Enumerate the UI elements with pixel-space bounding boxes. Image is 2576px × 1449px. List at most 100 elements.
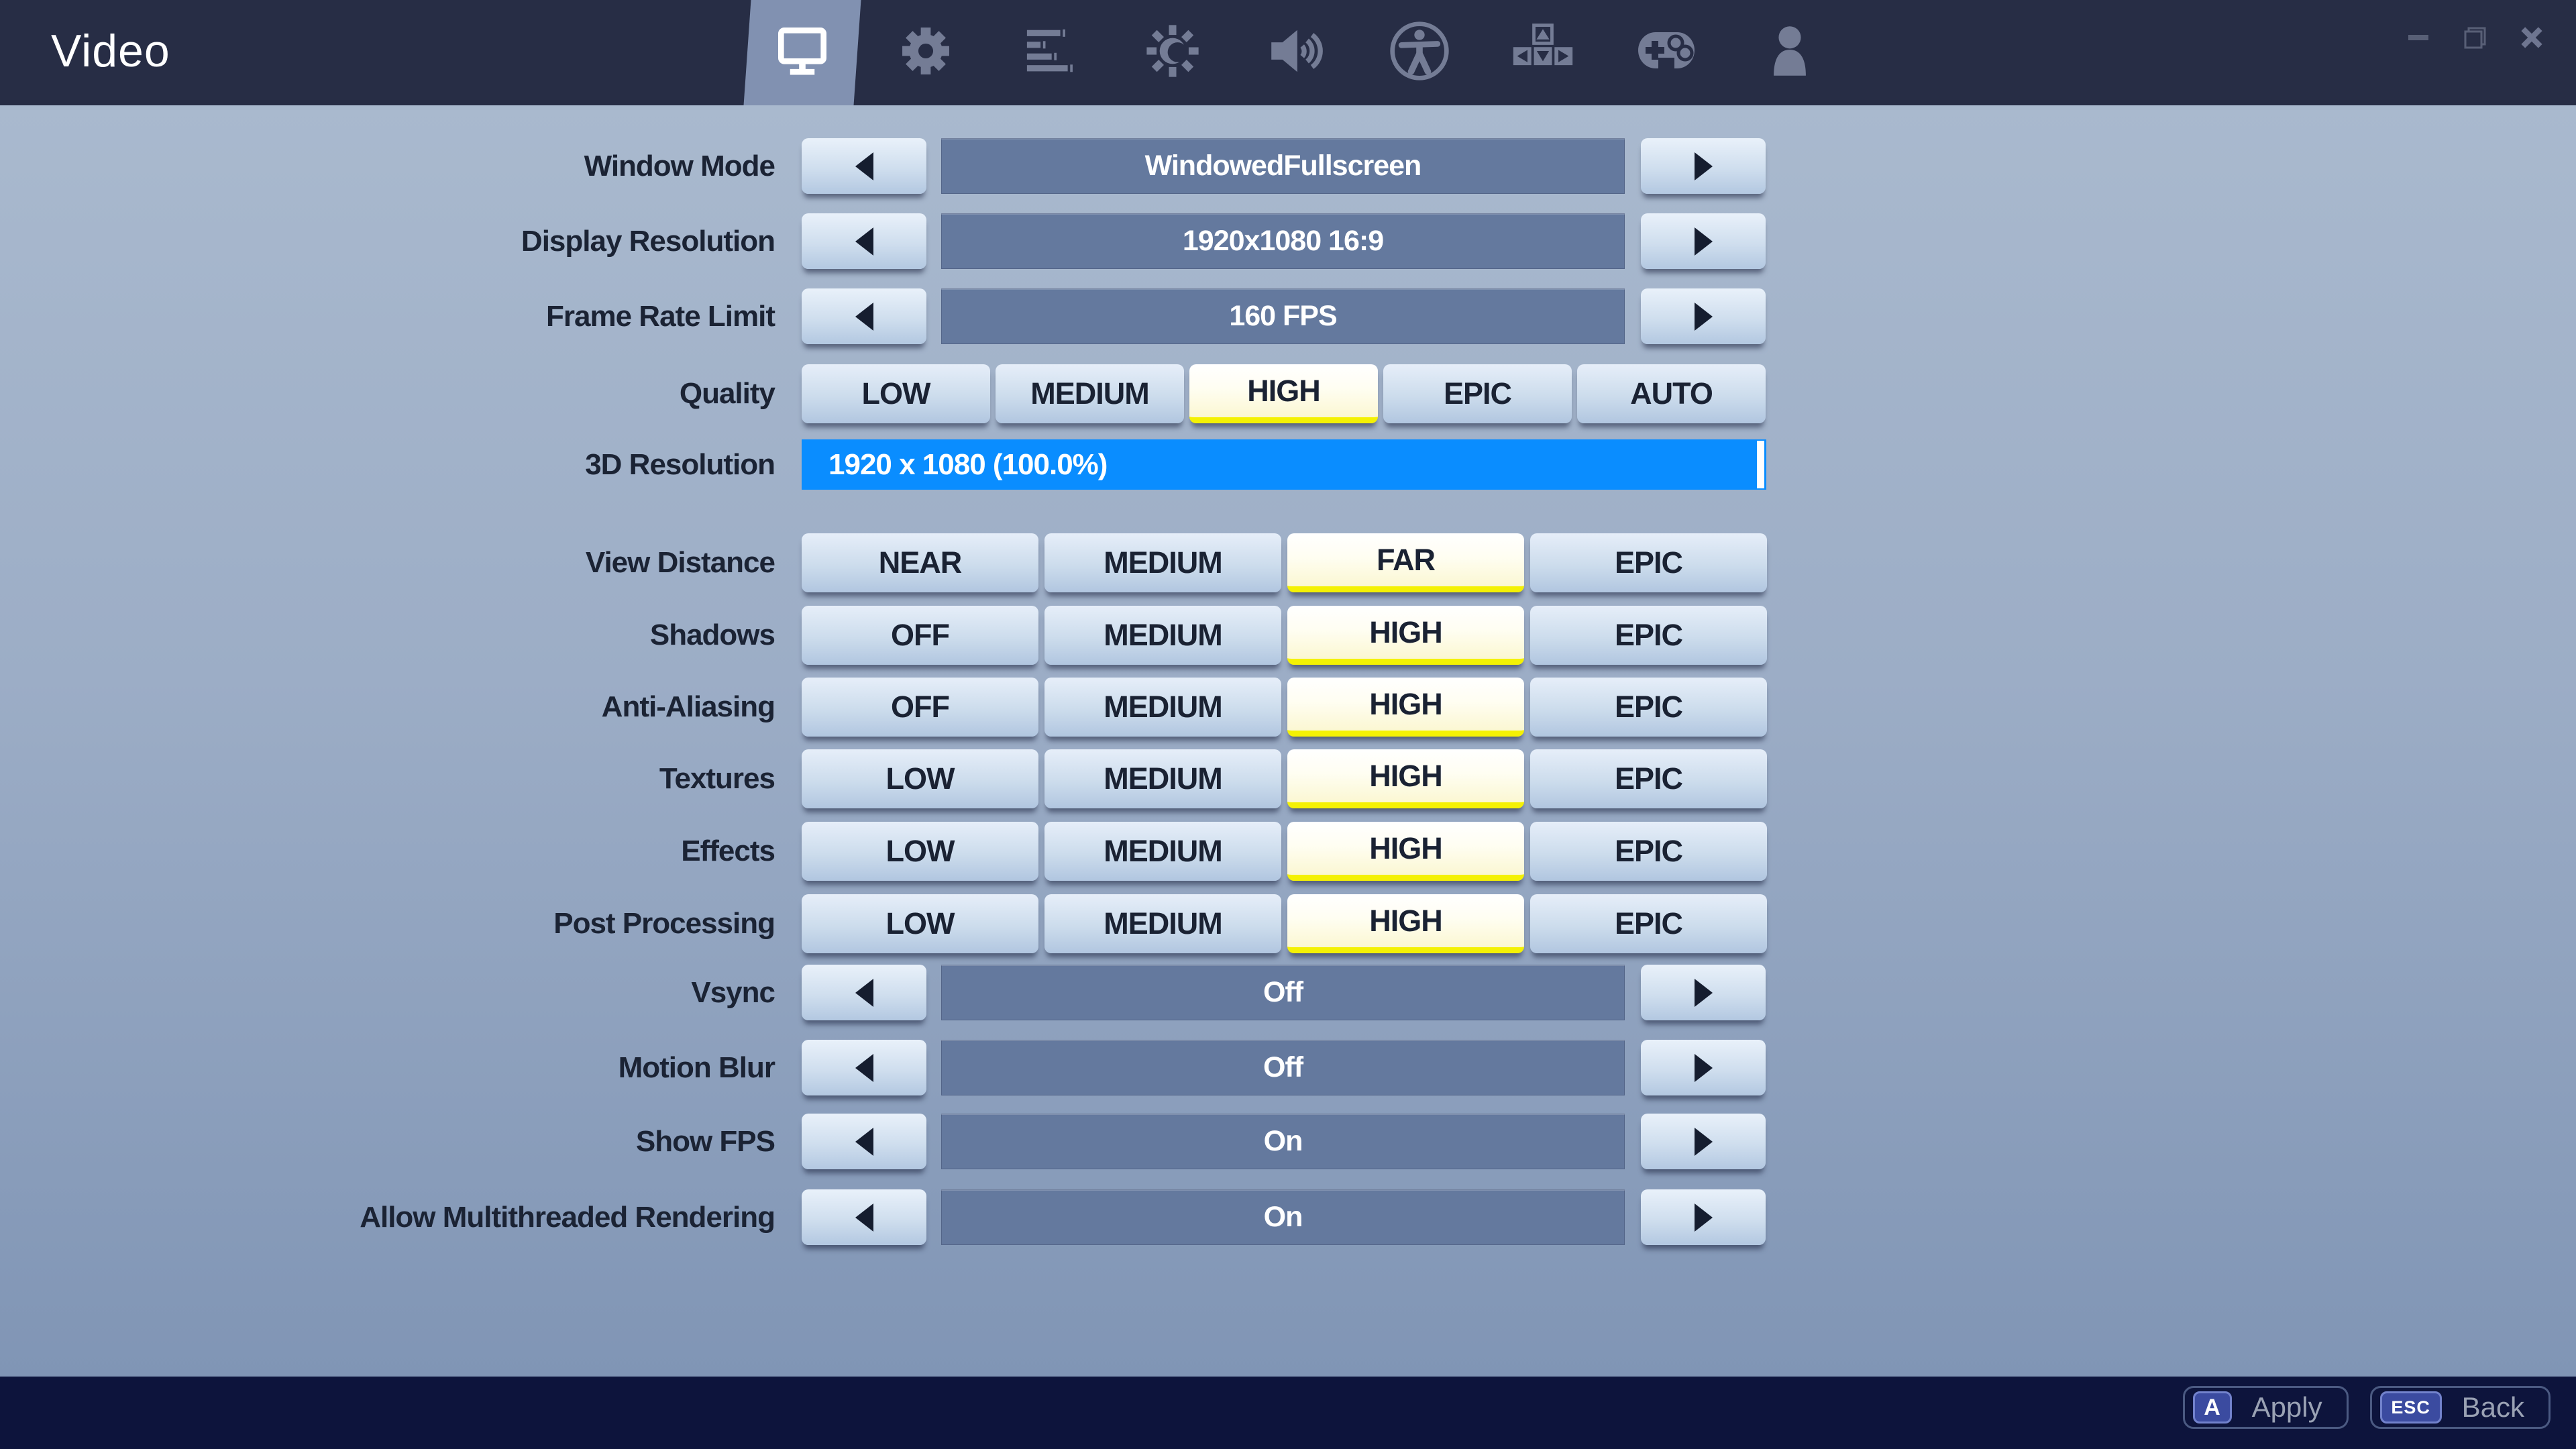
close-button[interactable] (2518, 24, 2545, 51)
textures-option-epic[interactable]: EPIC (1530, 749, 1767, 808)
quality-option-medium[interactable]: MEDIUM (996, 364, 1184, 423)
post-processing-option-epic[interactable]: EPIC (1530, 894, 1767, 953)
setting-row-allow-multithreaded-rendering: Allow Multithreaded Rendering On (0, 1189, 2576, 1245)
apply-button-label: Apply (2252, 1391, 2322, 1424)
tab-account[interactable] (1728, 0, 1851, 105)
setting-row-frame-rate-limit: Frame Rate Limit 160 FPS (0, 288, 2576, 344)
window-mode-next-button[interactable] (1641, 138, 1766, 194)
show-fps-value: On (941, 1114, 1625, 1169)
shadows-option-medium[interactable]: MEDIUM (1044, 606, 1281, 665)
vsync-value: Off (941, 965, 1625, 1020)
setting-label: Shadows (0, 619, 802, 652)
back-button[interactable]: ESC Back (2370, 1386, 2551, 1429)
brightness-icon (1142, 20, 1203, 85)
window-mode-prev-button[interactable] (802, 138, 926, 194)
game-sliders-icon (1018, 20, 1080, 85)
post-processing-option-low[interactable]: LOW (802, 894, 1038, 953)
3d-resolution-slider[interactable]: 1920 x 1080 (100.0%) (802, 439, 1766, 490)
setting-label: Vsync (0, 976, 802, 1010)
tab-input[interactable] (1481, 0, 1605, 105)
tab-audio[interactable] (1234, 0, 1358, 105)
effects-option-low[interactable]: LOW (802, 822, 1038, 881)
setting-label: Frame Rate Limit (0, 300, 802, 333)
setting-row-show-fps: Show FPS On (0, 1114, 2576, 1169)
post-processing-option-high[interactable]: HIGH (1287, 894, 1524, 953)
effects-option-high[interactable]: HIGH (1287, 822, 1524, 881)
setting-row-textures: Textures LOW MEDIUM HIGH EPIC (0, 749, 2576, 808)
right-arrow-icon (1695, 1203, 1713, 1232)
setting-row-effects: Effects LOW MEDIUM HIGH EPIC (0, 822, 2576, 881)
left-arrow-icon (855, 303, 873, 331)
right-arrow-icon (1695, 152, 1713, 180)
tab-accessibility[interactable] (1358, 0, 1481, 105)
quality-option-auto[interactable]: AUTO (1577, 364, 1766, 423)
show-fps-prev-button[interactable] (802, 1114, 926, 1169)
tab-game-ui[interactable] (987, 0, 1111, 105)
apply-button[interactable]: A Apply (2183, 1386, 2349, 1429)
setting-row-display-resolution: Display Resolution 1920x1080 16:9 (0, 213, 2576, 269)
shadows-option-high[interactable]: HIGH (1287, 606, 1524, 665)
tab-controller[interactable] (1605, 0, 1728, 105)
show-fps-next-button[interactable] (1641, 1114, 1766, 1169)
slider-handle[interactable] (1757, 441, 1764, 488)
view-distance-option-epic[interactable]: EPIC (1530, 533, 1767, 592)
multithreaded-rendering-prev-button[interactable] (802, 1189, 926, 1245)
setting-label: Display Resolution (0, 225, 802, 258)
multithreaded-rendering-value: On (941, 1189, 1625, 1245)
header-bar: Video (0, 0, 2576, 105)
view-distance-option-medium[interactable]: MEDIUM (1044, 533, 1281, 592)
motion-blur-prev-button[interactable] (802, 1040, 926, 1095)
shadows-option-epic[interactable]: EPIC (1530, 606, 1767, 665)
quality-option-high[interactable]: HIGH (1189, 364, 1378, 423)
setting-row-motion-blur: Motion Blur Off (0, 1040, 2576, 1095)
audio-speaker-icon (1265, 20, 1327, 85)
minimize-button[interactable] (2406, 24, 2432, 51)
setting-row-window-mode: Window Mode WindowedFullscreen (0, 138, 2576, 194)
tab-brightness[interactable] (1111, 0, 1234, 105)
post-processing-option-medium[interactable]: MEDIUM (1044, 894, 1281, 953)
anti-aliasing-option-off[interactable]: OFF (802, 678, 1038, 737)
vsync-prev-button[interactable] (802, 965, 926, 1020)
right-arrow-icon (1695, 979, 1713, 1007)
left-arrow-icon (855, 979, 873, 1007)
setting-row-vsync: Vsync Off (0, 965, 2576, 1020)
setting-label: Quality (0, 377, 802, 411)
input-arrows-icon (1511, 19, 1575, 87)
vsync-next-button[interactable] (1641, 965, 1766, 1020)
motion-blur-next-button[interactable] (1641, 1040, 1766, 1095)
effects-option-medium[interactable]: MEDIUM (1044, 822, 1281, 881)
setting-row-post-processing: Post Processing LOW MEDIUM HIGH EPIC (0, 894, 2576, 953)
tab-game[interactable] (864, 0, 987, 105)
view-distance-option-far[interactable]: FAR (1287, 533, 1524, 592)
setting-label: Anti-Aliasing (0, 690, 802, 724)
frame-rate-prev-button[interactable] (802, 288, 926, 344)
quality-option-low[interactable]: LOW (802, 364, 990, 423)
settings-panel: Window Mode WindowedFullscreen Display R… (0, 105, 2576, 1377)
setting-label: 3D Resolution (0, 448, 802, 482)
quality-option-epic[interactable]: EPIC (1383, 364, 1572, 423)
gear-icon (895, 20, 957, 85)
left-arrow-icon (855, 1203, 873, 1232)
display-monitor-icon (770, 19, 835, 87)
display-resolution-next-button[interactable] (1641, 213, 1766, 269)
tab-video[interactable] (741, 0, 864, 105)
textures-option-low[interactable]: LOW (802, 749, 1038, 808)
setting-row-anti-aliasing: Anti-Aliasing OFF MEDIUM HIGH EPIC (0, 678, 2576, 737)
left-arrow-icon (855, 1128, 873, 1156)
display-resolution-prev-button[interactable] (802, 213, 926, 269)
restore-button[interactable] (2462, 24, 2489, 51)
textures-option-medium[interactable]: MEDIUM (1044, 749, 1281, 808)
frame-rate-next-button[interactable] (1641, 288, 1766, 344)
setting-row-shadows: Shadows OFF MEDIUM HIGH EPIC (0, 606, 2576, 665)
textures-option-high[interactable]: HIGH (1287, 749, 1524, 808)
anti-aliasing-option-medium[interactable]: MEDIUM (1044, 678, 1281, 737)
multithreaded-rendering-next-button[interactable] (1641, 1189, 1766, 1245)
controller-icon (1633, 17, 1700, 88)
anti-aliasing-option-high[interactable]: HIGH (1287, 678, 1524, 737)
anti-aliasing-option-epic[interactable]: EPIC (1530, 678, 1767, 737)
shadows-option-off[interactable]: OFF (802, 606, 1038, 665)
view-distance-option-near[interactable]: NEAR (802, 533, 1038, 592)
effects-option-epic[interactable]: EPIC (1530, 822, 1767, 881)
left-arrow-icon (855, 227, 873, 256)
page-title: Video (51, 24, 170, 76)
